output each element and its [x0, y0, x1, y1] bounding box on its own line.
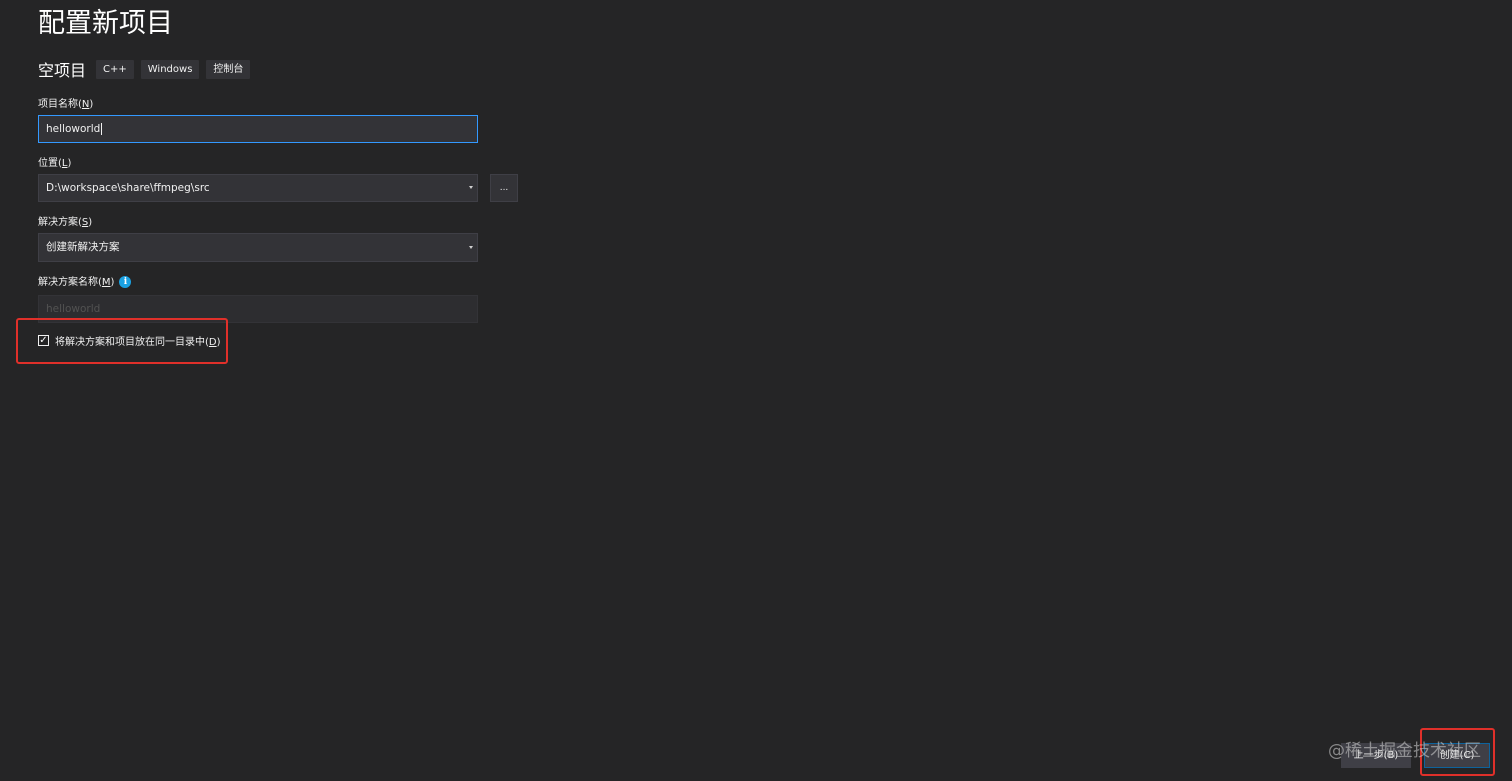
annotation-highlight-checkbox [16, 318, 228, 364]
text-caret [101, 123, 103, 135]
solution-label: 解决方案(S) [38, 217, 93, 228]
solution-name-label: 解决方案名称(M) i [38, 273, 132, 288]
watermark: @稀土掘金技术社区 [1328, 741, 1481, 761]
location-combobox[interactable]: D:\workspace\share\ffmpeg\src [38, 174, 478, 202]
tag-console: 控制台 [206, 59, 251, 79]
tag-cpp: C++ [96, 59, 134, 79]
browse-button[interactable]: ... [490, 174, 518, 202]
chevron-down-icon[interactable] [469, 246, 473, 249]
page-title: 配置新项目 [38, 8, 173, 39]
template-name: 空项目 [38, 61, 87, 80]
template-summary: 空项目 C++ Windows 控制台 [38, 56, 257, 82]
project-name-label: 项目名称(N) [38, 99, 94, 110]
tag-windows: Windows [140, 59, 200, 79]
info-icon[interactable]: i [119, 276, 132, 288]
location-label: 位置(L) [38, 158, 72, 169]
chevron-down-icon[interactable] [469, 186, 473, 189]
project-name-input[interactable]: helloworld [38, 115, 478, 143]
solution-dropdown[interactable]: 创建新解决方案 [38, 233, 478, 262]
